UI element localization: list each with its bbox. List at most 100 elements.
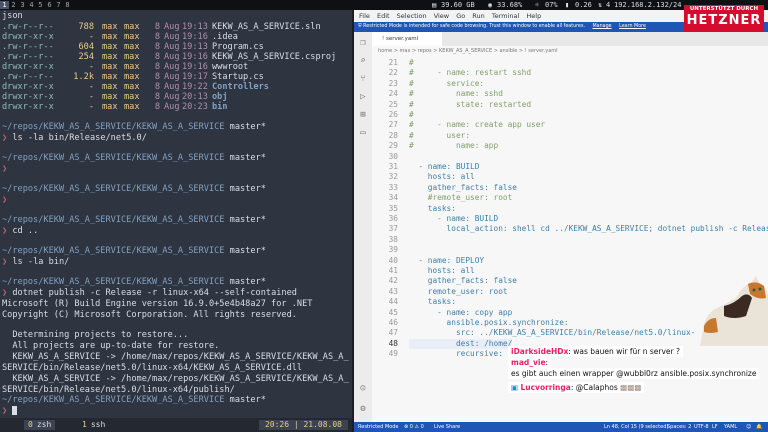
code-line[interactable]: # - name: create app user xyxy=(409,120,545,130)
code-line[interactable]: # name: sshd xyxy=(409,89,503,99)
disk-icon: ▤ xyxy=(432,1,437,9)
code-line[interactable]: # xyxy=(409,58,414,68)
workspace-4[interactable]: 4 xyxy=(27,1,36,9)
menu-selection[interactable]: Selection xyxy=(397,10,427,22)
menu-edit[interactable]: Edit xyxy=(377,10,390,22)
menu-file[interactable]: File xyxy=(359,10,370,22)
code-line[interactable]: gather_facts: false xyxy=(409,276,517,286)
terminal-output-line: Microsoft (R) Build Engine version 16.9.… xyxy=(2,299,313,309)
cpu-icon: ◉ xyxy=(488,1,493,9)
ls-mon: Aug xyxy=(164,102,180,112)
workspace-5[interactable]: 5 xyxy=(36,1,45,9)
workspace-8[interactable]: 8 xyxy=(63,1,72,9)
menu-go[interactable]: Go xyxy=(456,10,465,22)
disk-value: 07% xyxy=(545,1,558,9)
remote-explorer-icon[interactable]: ▭ xyxy=(358,128,368,138)
vscode-status-bar: Restricted Mode ⊗ 0 ⚠ 0 Live Share Ln 48… xyxy=(354,422,768,432)
code-line[interactable]: # user: xyxy=(409,131,470,141)
code-line[interactable]: # name: app xyxy=(409,141,498,151)
code-line[interactable]: ansible.posix.synchronize: xyxy=(409,318,569,328)
line-number: 37 xyxy=(388,224,398,234)
workspace-2[interactable]: 2 xyxy=(9,1,18,9)
line-number: 36 xyxy=(388,214,398,223)
line-number: 45 xyxy=(388,307,398,317)
code-line[interactable]: recursive: no xyxy=(409,349,517,359)
line-number: 26 xyxy=(388,110,398,119)
eol-status[interactable]: LF xyxy=(712,422,718,432)
language-status[interactable]: YAML xyxy=(724,422,737,432)
code-line[interactable]: #remote_user: root xyxy=(409,193,513,203)
swap-icon: ☼ xyxy=(535,1,540,9)
terminal-pane[interactable]: json .rw-r--r-- 788 max max 8 Aug 19:13 KEKW_AS… xyxy=(0,10,352,432)
code-line[interactable]: - name: copy app xyxy=(409,308,512,318)
encoding-status[interactable]: UTF-8 xyxy=(694,422,709,432)
settings-gear-icon[interactable]: ⚙ xyxy=(358,404,368,414)
code-line[interactable]: hosts: all xyxy=(409,172,475,182)
editor-tab-bar: ! server.yaml xyxy=(372,32,768,46)
code-line[interactable]: tasks: xyxy=(409,297,456,307)
emote-icon: ▩▩▩ xyxy=(620,383,642,392)
battery-icon: ▮ xyxy=(565,1,570,9)
line-number: 40 xyxy=(388,255,398,265)
ls-row: drwxr-xr-x - max max 8 Aug 20:23 bin xyxy=(2,102,372,113)
menu-run[interactable]: Run xyxy=(472,10,484,22)
problems-status[interactable]: ⊗ 0 ⚠ 0 xyxy=(404,422,424,432)
terminal-output-line: Copyright (C) Microsoft Corporation. All… xyxy=(2,310,297,320)
line-number: 42 xyxy=(388,276,398,286)
terminal-command-line: ❯ ls -la bin/Release/net5.0/ xyxy=(2,133,147,143)
menu-help[interactable]: Help xyxy=(526,10,541,22)
workspace-6[interactable]: 6 xyxy=(45,1,54,9)
source-control-icon[interactable]: ⑂ xyxy=(358,74,368,84)
hetzner-sponsor-logo: UNTERSTÜTZT DURCH HETZNER xyxy=(684,5,764,32)
code-line[interactable]: src: ../KEKW_AS_A_SERVICE/bin/Release/ne… xyxy=(409,328,695,338)
tab-server-yaml[interactable]: ! server.yaml xyxy=(372,32,442,46)
code-line[interactable]: # state: restarted xyxy=(409,100,531,110)
tmux-tab-zsh[interactable]: 0 zsh xyxy=(24,420,56,430)
manage-link[interactable]: Manage xyxy=(593,24,612,29)
workspace-1[interactable]: 1 xyxy=(0,1,9,9)
tmux-tab-ssh[interactable]: 1 ssh xyxy=(78,420,109,430)
code-line[interactable]: # service: xyxy=(409,79,484,89)
line-number: 44 xyxy=(388,297,398,307)
ip-value: 192.168.2.132/24 xyxy=(614,1,682,9)
explorer-icon[interactable]: ❐ xyxy=(358,38,368,48)
code-line[interactable]: gather_facts: false xyxy=(409,183,517,193)
code-line[interactable]: # xyxy=(409,110,414,120)
chat-message: iDarksideHDx: was bauen wir für n server… xyxy=(508,346,683,357)
search-icon[interactable]: ⌕ xyxy=(358,56,368,66)
terminal-command-line: ❯ xyxy=(2,164,8,174)
terminal-input-line[interactable]: ❯ xyxy=(2,406,18,417)
code-line[interactable]: local_action: shell cd ../KEKW_AS_A_SERV… xyxy=(409,224,768,234)
cursor-position-status[interactable]: Ln 48, Col 15 (9 selected) xyxy=(604,422,668,432)
line-number: 46 xyxy=(388,318,398,327)
learn-more-link[interactable]: Learn More xyxy=(619,24,646,29)
workspace-7[interactable]: 7 xyxy=(54,1,63,9)
menu-terminal[interactable]: Terminal xyxy=(492,10,519,22)
workspace-3[interactable]: 3 xyxy=(18,1,27,9)
code-line[interactable]: - name: DEPLOY xyxy=(409,256,484,266)
code-line[interactable]: hosts: all xyxy=(409,266,475,276)
line-number: 32 xyxy=(388,172,398,182)
extensions-icon[interactable]: ⊞ xyxy=(358,110,368,120)
line-number: 33 xyxy=(388,182,398,192)
menu-view[interactable]: View xyxy=(434,10,449,22)
notifications-icon[interactable]: 🔔 xyxy=(756,422,762,432)
line-number: 25 xyxy=(388,99,398,109)
code-line[interactable]: - name: BUILD xyxy=(409,214,498,224)
code-line[interactable]: dest: /home/ xyxy=(409,338,513,350)
chat-message: es gibt auch einen wrapper @wubbl0rz ans… xyxy=(508,368,760,379)
breadcrumb[interactable]: home > max > repos > KEKW_AS_A_SERVICE >… xyxy=(378,47,558,55)
feedback-icon[interactable]: ☺ xyxy=(746,422,751,432)
code-line[interactable]: tasks: xyxy=(409,204,456,214)
run-debug-icon[interactable]: ▷ xyxy=(358,92,368,102)
terminal-prompt-line: ~/repos/KEKW_AS_A_SERVICE/KEKW_AS_A_SERV… xyxy=(2,395,266,405)
live-share-status[interactable]: Live Share xyxy=(434,422,460,432)
terminal-output-line: KEKW_AS_A_SERVICE -> /home/max/repos/KEK… xyxy=(2,374,349,384)
terminal-cursor xyxy=(12,406,18,415)
code-line[interactable]: - name: BUILD xyxy=(409,162,479,172)
restricted-mode-status[interactable]: Restricted Mode xyxy=(358,422,399,432)
account-icon[interactable]: ☺ xyxy=(358,384,368,394)
code-line[interactable]: remote_user: root xyxy=(409,287,508,297)
code-line[interactable]: # - name: restart sshd xyxy=(409,68,531,78)
indentation-status[interactable]: Spaces: 2 xyxy=(667,422,691,432)
